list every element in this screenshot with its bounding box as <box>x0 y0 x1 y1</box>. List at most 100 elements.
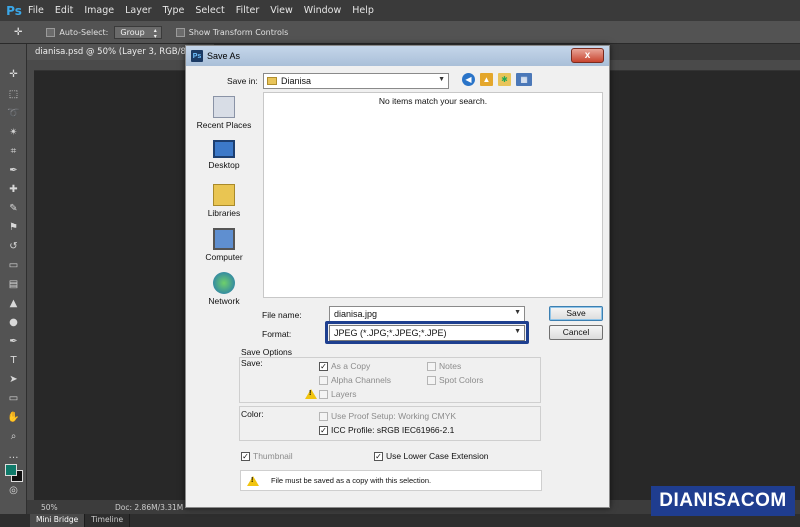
warning-message: File must be saved as a copy with this s… <box>271 476 432 485</box>
layers-checkbox[interactable]: Layers <box>319 389 357 399</box>
menu-filter[interactable]: Filter <box>236 5 268 16</box>
libraries-icon <box>213 184 235 206</box>
crop-tool-icon[interactable]: ⌗ <box>6 145 21 158</box>
eraser-tool-icon[interactable]: ▭ <box>6 259 21 272</box>
doc-size-info: Doc: 2.86M/3.31M <box>115 502 184 512</box>
tab-timeline[interactable]: Timeline <box>85 514 131 527</box>
place-libraries[interactable]: Libraries <box>190 184 258 218</box>
menu-window[interactable]: Window <box>304 5 349 16</box>
file-list[interactable]: No items match your search. <box>263 92 603 298</box>
tab-mini-bridge[interactable]: Mini Bridge <box>30 514 86 527</box>
network-icon <box>213 272 235 294</box>
format-highlight-box <box>325 321 529 344</box>
foreground-color-swatch[interactable] <box>5 464 17 476</box>
icc-profile-label: ICC Profile: sRGB IEC61966-2.1 <box>331 425 455 435</box>
marquee-tool-icon[interactable]: ⬚ <box>6 88 21 101</box>
icc-profile-checkbox[interactable]: ✓ ICC Profile: sRGB IEC61966-2.1 <box>319 425 454 435</box>
new-folder-icon[interactable]: ✱ <box>498 73 511 86</box>
brush-tool-icon[interactable]: ✎ <box>6 202 21 215</box>
more-tools-icon[interactable]: … <box>6 449 21 462</box>
transform-controls-label: Show Transform Controls <box>188 27 289 37</box>
back-icon[interactable]: ◀ <box>462 73 475 86</box>
options-bar: ✛ Auto-Select: Group Show Transform Cont… <box>0 21 800 44</box>
spot-colors-checkbox[interactable]: Spot Colors <box>427 375 483 385</box>
lasso-tool-icon[interactable]: ➰ <box>6 107 21 120</box>
save-label: Save: <box>241 358 263 368</box>
place-desktop[interactable]: Desktop <box>190 140 258 170</box>
file-name-input[interactable]: dianisa.jpg ▼ <box>329 306 525 322</box>
warning-message-box: File must be saved as a copy with this s… <box>240 470 542 491</box>
navigation-toolbar: ◀ ▲ ✱ ▦ <box>462 73 532 86</box>
hand-tool-icon[interactable]: ✋ <box>6 411 21 424</box>
save-button[interactable]: Save <box>549 306 603 321</box>
view-menu-icon[interactable]: ▦ <box>516 73 532 86</box>
checkbox-box <box>319 411 328 421</box>
auto-select-label: Auto-Select: <box>59 27 109 37</box>
close-button[interactable]: x <box>571 48 604 63</box>
clone-stamp-icon[interactable]: ⚑ <box>6 221 21 234</box>
checkmark-icon: ✓ <box>374 451 383 461</box>
up-folder-icon[interactable]: ▲ <box>480 73 493 86</box>
proof-setup-label: Use Proof Setup: Working CMYK <box>331 411 457 421</box>
save-in-value: Dianisa <box>281 76 312 86</box>
zoom-tool-icon[interactable]: ⌕ <box>6 430 21 443</box>
menu-layer[interactable]: Layer <box>125 5 160 16</box>
notes-checkbox[interactable]: Notes <box>427 361 461 371</box>
cancel-button[interactable]: Cancel <box>549 325 603 340</box>
checkbox-box <box>427 375 436 385</box>
checkmark-icon: ✓ <box>319 425 328 435</box>
menu-bar: Ps File Edit Image Layer Type Select Fil… <box>0 0 800 21</box>
place-label: Network <box>208 296 240 306</box>
zoom-level[interactable]: 50% <box>41 503 101 512</box>
alpha-channels-label: Alpha Channels <box>331 375 392 385</box>
save-options-title: Save Options <box>241 347 293 357</box>
move-tool-icon[interactable]: ✛ <box>6 68 21 81</box>
menu-view[interactable]: View <box>270 5 301 16</box>
place-computer[interactable]: Computer <box>190 228 258 262</box>
menu-edit[interactable]: Edit <box>55 5 81 16</box>
file-name-label: File name: <box>262 310 302 320</box>
menu-select[interactable]: Select <box>195 5 232 16</box>
format-label: Format: <box>262 329 292 339</box>
move-tool-icon[interactable]: ✛ <box>14 27 22 38</box>
desktop-icon <box>213 140 235 158</box>
tools-panel: ✛ ⬚ ➰ ✴ ⌗ ✒ ✚ ✎ ⚑ ↺ ▭ ▤ ▲ ● ✒ T ➤ ▭ ✋ ⌕ … <box>0 44 27 514</box>
place-recent[interactable]: Recent Places <box>190 96 258 130</box>
dialog-title-bar[interactable]: Ps Save As x <box>186 46 609 66</box>
magic-wand-icon[interactable]: ✴ <box>6 126 21 139</box>
chevron-down-icon: ▼ <box>438 76 445 83</box>
save-as-dialog: Ps Save As x Save in: Dianisa ▼ ◀ ▲ ✱ ▦ … <box>185 45 610 508</box>
blur-tool-icon[interactable]: ▲ <box>6 297 21 310</box>
menu-help[interactable]: Help <box>352 5 382 16</box>
history-brush-icon[interactable]: ↺ <box>6 240 21 253</box>
path-selection-icon[interactable]: ➤ <box>6 373 21 386</box>
alpha-channels-checkbox[interactable]: Alpha Channels <box>319 375 391 385</box>
menu-type[interactable]: Type <box>163 5 193 16</box>
warning-icon <box>305 389 317 399</box>
save-in-dropdown[interactable]: Dianisa ▼ <box>263 73 449 89</box>
gradient-tool-icon[interactable]: ▤ <box>6 278 21 291</box>
healing-brush-icon[interactable]: ✚ <box>6 183 21 196</box>
pen-tool-icon[interactable]: ✒ <box>6 335 21 348</box>
shape-tool-icon[interactable]: ▭ <box>6 392 21 405</box>
lower-case-extension-checkbox[interactable]: ✓ Use Lower Case Extension <box>374 451 489 461</box>
checkbox-box <box>319 389 328 399</box>
auto-select-dropdown[interactable]: Group <box>114 25 162 39</box>
menu-file[interactable]: File <box>28 5 52 16</box>
checkbox-box <box>427 361 436 371</box>
quick-mask-icon[interactable]: ◎ <box>6 484 21 497</box>
dodge-tool-icon[interactable]: ● <box>6 316 21 329</box>
thumbnail-checkbox[interactable]: ✓ Thumbnail <box>241 451 293 461</box>
place-network[interactable]: Network <box>190 272 258 306</box>
file-name-value: dianisa.jpg <box>334 309 378 319</box>
proof-setup-checkbox[interactable]: Use Proof Setup: Working CMYK <box>319 411 456 421</box>
empty-message: No items match your search. <box>378 96 488 106</box>
type-tool-icon[interactable]: T <box>6 354 21 367</box>
eyedropper-icon[interactable]: ✒ <box>6 164 21 177</box>
transform-controls-checkbox[interactable] <box>175 27 185 37</box>
as-a-copy-checkbox[interactable]: ✓ As a Copy <box>319 361 370 371</box>
place-label: Libraries <box>207 208 241 218</box>
menu-image[interactable]: Image <box>84 5 122 16</box>
auto-select-checkbox[interactable] <box>46 27 56 37</box>
dialog-title: Save As <box>207 51 241 61</box>
